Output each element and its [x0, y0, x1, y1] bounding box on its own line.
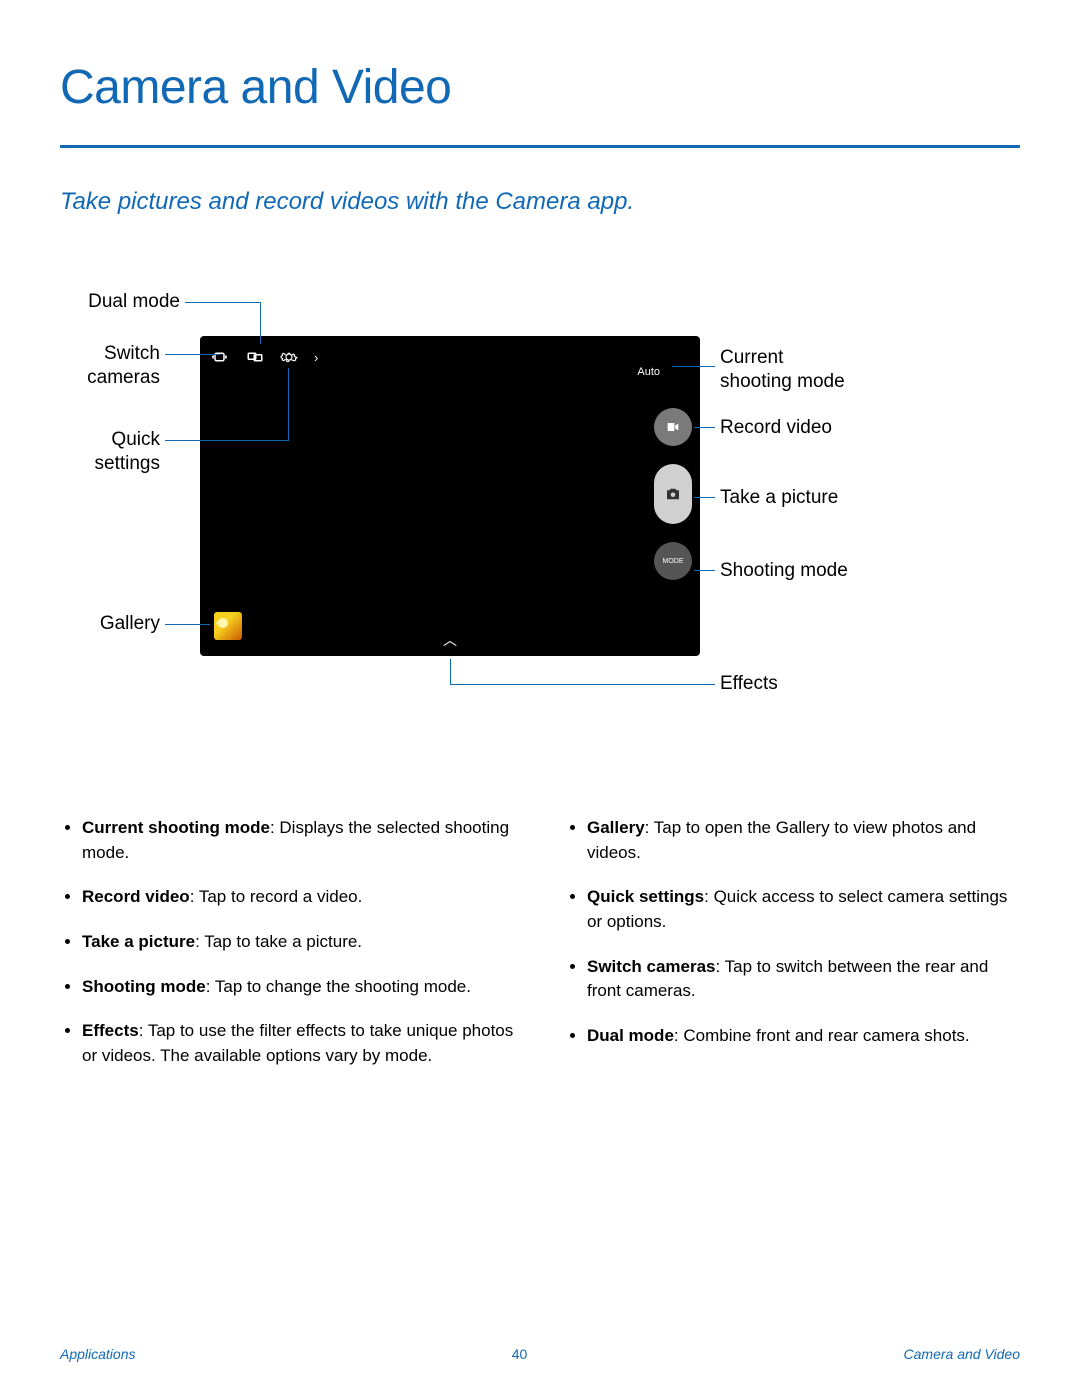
- line: [450, 659, 451, 684]
- footer-left: Applications: [60, 1346, 136, 1362]
- bullet-item: Take a picture: Tap to take a picture.: [82, 930, 515, 955]
- bullet-term: Gallery: [587, 818, 645, 837]
- bullet-term: Effects: [82, 1021, 139, 1040]
- callout-quick-settings: Quick settings: [50, 428, 160, 476]
- callout-effects: Effects: [720, 672, 778, 696]
- line: [288, 368, 289, 441]
- bullet-term: Quick settings: [587, 887, 704, 906]
- bullet-term: Record video: [82, 887, 190, 906]
- effects-caret-icon[interactable]: ︿: [443, 630, 457, 650]
- footer-right: Camera and Video: [904, 1346, 1020, 1362]
- settings-icon[interactable]: [280, 348, 298, 366]
- line: [165, 440, 288, 441]
- bullet-item: Gallery: Tap to open the Gallery to view…: [587, 816, 1020, 865]
- bullet-term: Shooting mode: [82, 977, 206, 996]
- line: [672, 366, 715, 367]
- callout-take-picture: Take a picture: [720, 486, 838, 510]
- line: [694, 570, 715, 571]
- line: [450, 684, 715, 685]
- bullet-term: Switch cameras: [587, 957, 716, 976]
- line: [165, 354, 220, 355]
- callout-quick-settings-text: Quick settings: [95, 429, 160, 474]
- callout-switch-cameras-text: Switch cameras: [87, 343, 160, 388]
- bullet-item: Record video: Tap to record a video.: [82, 885, 515, 910]
- bullet-term: Current shooting mode: [82, 818, 270, 837]
- page-footer: Applications 40 Camera and Video: [60, 1346, 1020, 1362]
- footer-page-number: 40: [512, 1346, 528, 1362]
- bullet-item: Shooting mode: Tap to change the shootin…: [82, 975, 515, 1000]
- switch-camera-icon[interactable]: [212, 348, 230, 366]
- bullet-item: Effects: Tap to use the filter effects t…: [82, 1019, 515, 1068]
- callout-current-mode-l2: shooting mode: [720, 371, 845, 392]
- line: [260, 302, 261, 344]
- line: [185, 302, 260, 303]
- camera-action-buttons: MODE: [654, 408, 692, 580]
- camera-diagram: › Auto MODE ︿ Dual mode Switch cameras Q…: [60, 276, 1020, 736]
- callout-record-video: Record video: [720, 416, 832, 440]
- mode-button[interactable]: MODE: [654, 542, 692, 580]
- bullet-item: Current shooting mode: Displays the sele…: [82, 816, 515, 865]
- bullets-columns: Current shooting mode: Displays the sele…: [60, 816, 1020, 1088]
- bullet-term: Dual mode: [587, 1026, 674, 1045]
- auto-mode-label: Auto: [637, 366, 660, 378]
- bullet-item: Dual mode: Combine front and rear camera…: [587, 1024, 1020, 1049]
- gallery-thumbnail[interactable]: [214, 612, 242, 640]
- phone-screen: › Auto MODE ︿: [200, 336, 700, 656]
- title-rule: [60, 145, 1020, 148]
- chevron-right-icon[interactable]: ›: [314, 350, 318, 365]
- callout-dual-mode: Dual mode: [50, 290, 180, 314]
- subtitle: Take pictures and record videos with the…: [60, 188, 1020, 216]
- bullets-right: Gallery: Tap to open the Gallery to view…: [565, 816, 1020, 1088]
- top-icons-row: ›: [212, 348, 318, 366]
- dual-mode-icon[interactable]: [246, 348, 264, 366]
- line: [694, 497, 715, 498]
- callout-current-mode-l1: Current: [720, 347, 783, 368]
- bullet-item: Switch cameras: Tap to switch between th…: [587, 955, 1020, 1004]
- bullet-item: Quick settings: Quick access to select c…: [587, 885, 1020, 934]
- line: [165, 624, 210, 625]
- record-video-button[interactable]: [654, 408, 692, 446]
- page-title: Camera and Video: [60, 60, 1020, 115]
- callout-current-mode: Current shooting mode: [720, 346, 845, 394]
- shutter-button[interactable]: [654, 464, 692, 524]
- bullets-left: Current shooting mode: Displays the sele…: [60, 816, 515, 1088]
- line: [694, 427, 715, 428]
- bullet-term: Take a picture: [82, 932, 195, 951]
- callout-gallery: Gallery: [50, 612, 160, 636]
- callout-switch-cameras: Switch cameras: [50, 342, 160, 390]
- callout-shooting-mode: Shooting mode: [720, 559, 848, 583]
